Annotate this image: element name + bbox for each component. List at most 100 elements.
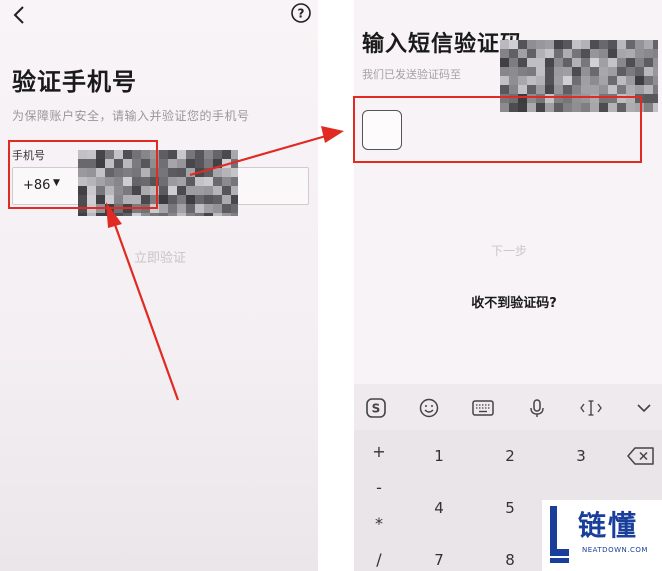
mosaic-cell [177, 177, 186, 186]
asterisk-key[interactable]: * [364, 514, 394, 533]
mosaic-cell [186, 195, 195, 204]
page-subtitle: 我们已发送验证码至 [362, 68, 461, 81]
mosaic-cell [644, 85, 653, 94]
cursor-icon[interactable] [579, 396, 603, 420]
plus-key[interactable]: + [364, 442, 394, 461]
mosaic-cell [599, 85, 608, 94]
mosaic-cell [536, 67, 545, 76]
mosaic-cell [186, 150, 195, 159]
mosaic-cell [599, 76, 608, 85]
mosaic-cell [608, 85, 617, 94]
mosaic-cell [563, 49, 572, 58]
mosaic-cell [581, 40, 590, 49]
mosaic-cell [653, 76, 658, 85]
key-4[interactable]: 4 [404, 488, 474, 528]
mosaic-cell [617, 49, 626, 58]
mosaic-cell [545, 76, 554, 85]
key-1[interactable]: 1 [404, 436, 474, 476]
mosaic-cell [509, 49, 518, 58]
mosaic-cell [590, 40, 599, 49]
mosaic-cell [518, 58, 527, 67]
backspace-icon[interactable] [626, 446, 656, 466]
mosaic-cell [608, 76, 617, 85]
mic-icon[interactable] [525, 396, 549, 420]
key-7[interactable]: 7 [404, 540, 474, 571]
mosaic-cell [231, 186, 238, 195]
mosaic-cell [231, 213, 238, 216]
mosaic-cell [509, 85, 518, 94]
mosaic-cell [204, 195, 213, 204]
mosaic-cell [186, 204, 195, 213]
back-arrow-icon[interactable] [10, 4, 30, 26]
key-3[interactable]: 3 [546, 436, 616, 476]
mosaic-cell [608, 40, 617, 49]
mosaic-cell [653, 103, 658, 112]
mosaic-cell [653, 58, 658, 67]
mosaic-cell [590, 85, 599, 94]
collapse-keyboard-icon[interactable] [632, 396, 656, 420]
key-2[interactable]: 2 [475, 436, 545, 476]
mosaic-cell [500, 67, 509, 76]
keyboard-icon[interactable] [471, 396, 495, 420]
mosaic-cell [231, 168, 238, 177]
mosaic-cell [509, 67, 518, 76]
minus-key[interactable]: - [364, 478, 394, 497]
highlight-box-code-input [353, 96, 642, 163]
mosaic-cell [617, 76, 626, 85]
mosaic-cell [527, 58, 536, 67]
mosaic-cell [231, 159, 238, 168]
mosaic-cell [213, 213, 222, 216]
mosaic-cell [500, 40, 509, 49]
mosaic-cell [590, 76, 599, 85]
mosaic-cell [536, 49, 545, 58]
mosaic-cell [563, 58, 572, 67]
verify-button[interactable]: 立即验证 [100, 244, 220, 268]
mosaic-cell [132, 213, 141, 216]
mosaic-cell [554, 58, 563, 67]
mosaic-cell [168, 213, 177, 216]
mosaic-cell [572, 67, 581, 76]
mosaic-cell [536, 58, 545, 67]
mosaic-cell [635, 40, 644, 49]
mosaic-cell [572, 76, 581, 85]
mosaic-cell [177, 150, 186, 159]
key-8[interactable]: 8 [475, 540, 545, 571]
mosaic-cell [222, 159, 231, 168]
mosaic-cell [527, 49, 536, 58]
sogou-icon[interactable]: S [364, 396, 388, 420]
mosaic-cell [231, 150, 238, 159]
emoji-icon[interactable] [417, 396, 441, 420]
help-icon[interactable]: ? [290, 2, 312, 24]
mosaic-cell [195, 186, 204, 195]
no-code-link[interactable]: 收不到验证码? [414, 292, 614, 311]
mosaic-cell [159, 177, 168, 186]
page-title: 输入短信验证码 [362, 32, 524, 57]
mosaic-cell [222, 168, 231, 177]
mosaic-cell [644, 40, 653, 49]
mosaic-cell [518, 76, 527, 85]
mosaic-cell [572, 85, 581, 94]
mosaic-cell [590, 49, 599, 58]
mosaic-cell [581, 58, 590, 67]
next-button[interactable]: 下一步 [454, 238, 564, 262]
mosaic-cell [554, 40, 563, 49]
mosaic-cell [563, 85, 572, 94]
mosaic-cell [653, 67, 658, 76]
mosaic-cell [509, 76, 518, 85]
mosaic-cell [536, 85, 545, 94]
slash-key[interactable]: / [364, 550, 394, 569]
key-5[interactable]: 5 [475, 488, 545, 528]
mosaic-cell [195, 195, 204, 204]
mosaic-cell [527, 67, 536, 76]
page-subtitle: 为保障账户安全，请输入并验证您的手机号 [12, 109, 250, 123]
mosaic-cell [159, 186, 168, 195]
mosaic-cell [545, 85, 554, 94]
mosaic-cell [572, 58, 581, 67]
mosaic-cell [572, 40, 581, 49]
mosaic-cell [572, 49, 581, 58]
mosaic-cell [204, 204, 213, 213]
mosaic-cell [222, 177, 231, 186]
mosaic-cell [644, 103, 653, 112]
mosaic-cell [581, 67, 590, 76]
mosaic-cell [536, 76, 545, 85]
